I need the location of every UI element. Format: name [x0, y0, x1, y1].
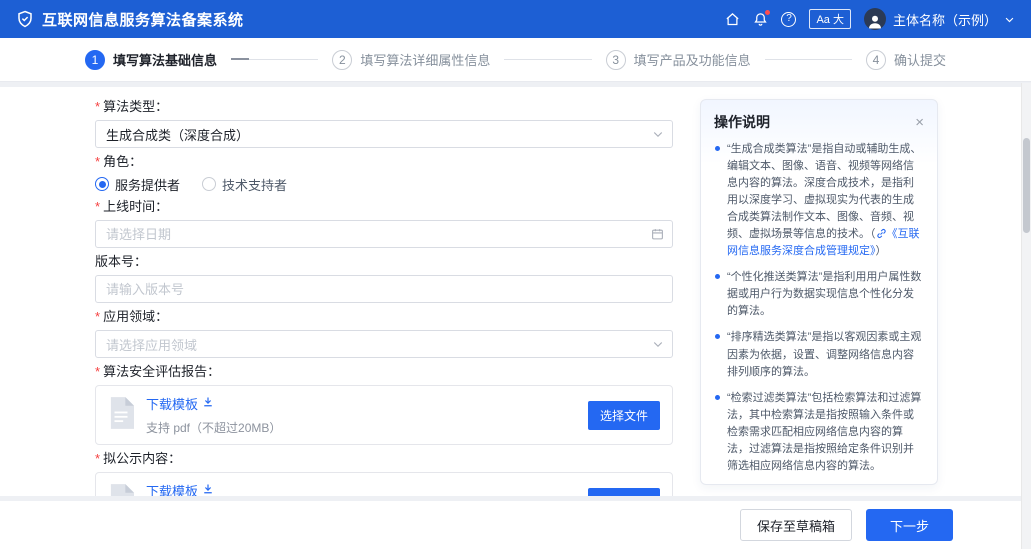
- shield-check-icon: [16, 10, 34, 28]
- field-label: * 应用领域：: [95, 309, 169, 324]
- download-template-link[interactable]: 下载模板: [146, 394, 214, 413]
- help-item: “个性化推送类算法”是指利用用户属性数据或用户行为数据实现信息个性化分发的算法。: [714, 269, 924, 320]
- help-item: “调度决策类算法”是指自动或辅助生成供需匹配、供需调节、路径规划等调度决策结果，…: [714, 484, 924, 485]
- next-step-button[interactable]: 下一步: [865, 509, 953, 541]
- step-2: 2 填写算法详细属性信息: [332, 49, 491, 70]
- help-item: “检索过滤类算法”包括检索算法和过滤算法，其中检索算法是指按照输入条件或检索需求…: [714, 390, 924, 475]
- download-icon: [202, 483, 214, 496]
- field-label: * 算法类型：: [95, 99, 169, 114]
- required-mark: *: [95, 309, 101, 324]
- version-input[interactable]: [95, 275, 673, 303]
- page-scrollbar-track[interactable]: [1021, 83, 1031, 549]
- header-left: 互联网信息服务算法备案系统: [16, 9, 244, 30]
- radio-tech-supporter[interactable]: 技术支持者: [202, 175, 287, 194]
- step-4: 4 确认提交: [865, 49, 946, 70]
- step-label: 填写算法详细属性信息: [360, 53, 491, 68]
- help-item-text: “检索过滤类算法”包括检索算法和过滤算法，其中检索算法是指按照输入条件或检索需求…: [727, 391, 922, 472]
- step-number: 4: [865, 49, 886, 70]
- field-label: * 拟公示内容：: [95, 451, 182, 466]
- calendar-icon: [651, 228, 664, 241]
- header-right: ? Aa 大 主体名称（示例）: [725, 8, 1015, 30]
- step-label: 填写产品及功能信息: [633, 53, 751, 68]
- field-security-report: * 算法安全评估报告： 下载模板 支持 pdf（不超过20MB） 选择文件: [95, 364, 673, 445]
- field-label: * 角色：: [95, 154, 143, 169]
- bell-icon[interactable]: [753, 9, 771, 27]
- chevron-down-icon: [1004, 14, 1015, 25]
- help-item-text: “个性化推送类算法”是指利用用户属性数据或用户行为数据实现信息个性化分发的算法。: [727, 271, 922, 318]
- step-1: 1 填写算法基础信息: [85, 49, 218, 70]
- field-label: * 上线时间：: [95, 199, 169, 214]
- link-icon: [876, 228, 887, 239]
- required-mark: *: [95, 99, 101, 114]
- field-version: 版本号：: [95, 254, 673, 303]
- step-number: 2: [332, 49, 353, 70]
- choose-file-button[interactable]: 选择文件: [587, 487, 660, 496]
- help-item: “排序精选类算法”是指以客观因素或主观因素为依据，设置、调整网络信息内容排列顺序…: [714, 329, 924, 380]
- application-domain-select[interactable]: 请选择应用领域: [95, 330, 673, 358]
- user-avatar-icon: [863, 8, 886, 30]
- step-connector: [231, 58, 319, 60]
- date-input[interactable]: [95, 220, 673, 248]
- field-algorithm-type: * 算法类型： 生成合成类（深度合成）: [95, 99, 673, 148]
- font-size-button[interactable]: Aa 大: [809, 9, 851, 29]
- document-icon: [108, 483, 134, 496]
- notification-badge: [765, 9, 771, 15]
- footer-bar: 保存至草稿箱 下一步: [0, 501, 1031, 549]
- field-public-content: * 拟公示内容： 下载模板 支持 pdf（不超过20M: [95, 451, 673, 496]
- radio-service-provider[interactable]: 服务提供者: [95, 175, 180, 194]
- choose-file-button[interactable]: 选择文件: [587, 400, 660, 430]
- home-icon[interactable]: [725, 12, 740, 27]
- page: 互联网信息服务算法备案系统 ? Aa 大 主体名称（示例） 1 填写算法基础信息…: [0, 0, 1031, 549]
- account-name: 主体名称（示例）: [892, 12, 997, 28]
- required-mark: *: [95, 451, 101, 466]
- step-connector: [764, 59, 852, 60]
- help-item-text: “排序精选类算法”是指以客观因素或主观因素为依据，设置、调整网络信息内容排列顺序…: [727, 331, 922, 378]
- step-indicator: 1 填写算法基础信息 2 填写算法详细属性信息 3 填写产品及功能信息 4 确认…: [0, 38, 1031, 82]
- app-title: 互联网信息服务算法备案系统: [42, 11, 244, 29]
- security-report-upload: 下载模板 支持 pdf（不超过20MB） 选择文件: [95, 385, 673, 445]
- public-content-upload: 下载模板 支持 pdf（不超过20MB） 选择文件: [95, 472, 673, 496]
- required-mark: *: [95, 154, 101, 169]
- field-application-domain: * 应用领域： 请选择应用领域: [95, 309, 673, 358]
- question-circle-icon[interactable]: ?: [781, 11, 797, 27]
- field-role: * 角色： 服务提供者 技术支持者: [95, 154, 673, 193]
- help-item-text: “调度决策类算法”是指自动或辅助生成供需匹配、供需调节、路径规划等调度决策结果，…: [727, 484, 924, 485]
- step-connector: [504, 59, 592, 60]
- dot-bullet-icon: [715, 334, 720, 340]
- download-template-link[interactable]: 下载模板: [146, 481, 214, 496]
- field-online-time: * 上线时间：: [95, 199, 673, 248]
- close-icon[interactable]: ×: [915, 115, 924, 130]
- algorithm-type-select[interactable]: 生成合成类（深度合成）: [95, 120, 673, 148]
- file-hint: 支持 pdf（不超过20MB）: [146, 421, 282, 435]
- help-panel: 操作说明 × “生成合成类算法”是指自动或辅助生成、编辑文本、图像、语音、视频等…: [700, 99, 938, 485]
- dot-bullet-icon: [715, 394, 720, 400]
- help-item: “生成合成类算法”是指自动或辅助生成、编辑文本、图像、语音、视频等网络信息内容的…: [714, 141, 924, 260]
- role-radio-group: 服务提供者 技术支持者: [95, 175, 673, 193]
- help-item-text: “生成合成类算法”是指自动或辅助生成、编辑文本、图像、语音、视频等网络信息内容的…: [727, 143, 922, 258]
- help-panel-title: 操作说明: [714, 114, 770, 130]
- download-icon: [202, 396, 214, 411]
- chevron-down-icon: [652, 338, 664, 350]
- field-label: 版本号：: [95, 254, 148, 269]
- document-icon: [108, 396, 134, 434]
- algorithm-basic-form: * 算法类型： 生成合成类（深度合成） * 角色： 服务提供者 技术支持者 * …: [95, 99, 673, 496]
- account-menu[interactable]: 主体名称（示例）: [863, 8, 1015, 30]
- dot-bullet-icon: [715, 274, 720, 280]
- app-header: 互联网信息服务算法备案系统 ? Aa 大 主体名称（示例）: [0, 0, 1031, 38]
- radio-icon: [95, 177, 109, 191]
- save-draft-button[interactable]: 保存至草稿箱: [739, 509, 852, 541]
- step-label: 确认提交: [893, 53, 946, 68]
- main-content: * 算法类型： 生成合成类（深度合成） * 角色： 服务提供者 技术支持者 * …: [0, 87, 1031, 496]
- dot-bullet-icon: [715, 146, 720, 151]
- page-scrollbar-thumb[interactable]: [1023, 138, 1030, 233]
- step-3: 3 填写产品及功能信息: [605, 49, 751, 70]
- field-label: * 算法安全评估报告：: [95, 364, 221, 379]
- step-number: 3: [605, 49, 626, 70]
- required-mark: *: [95, 364, 101, 379]
- required-mark: *: [95, 199, 101, 214]
- radio-icon: [202, 177, 217, 191]
- chevron-down-icon: [652, 128, 664, 140]
- step-label: 填写算法基础信息: [113, 53, 218, 68]
- step-number: 1: [85, 49, 105, 70]
